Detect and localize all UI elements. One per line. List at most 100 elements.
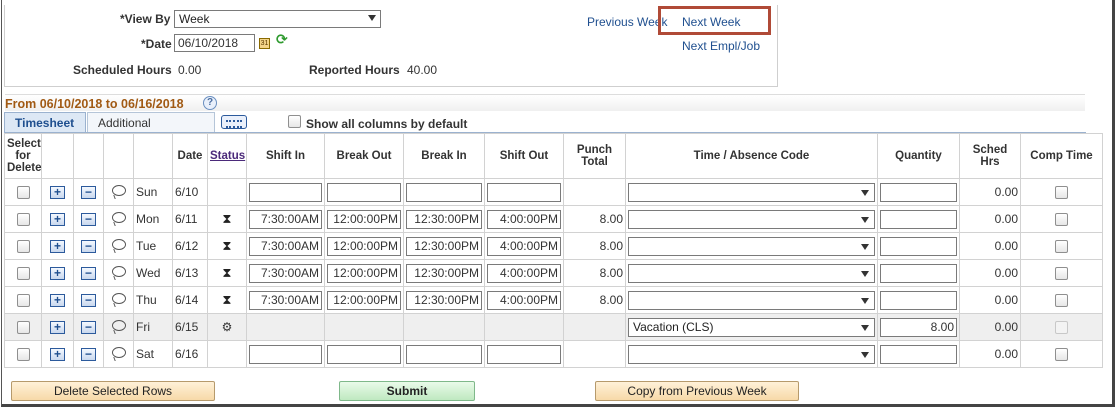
show-all-columns-checkbox[interactable] xyxy=(288,115,301,128)
break-out-input[interactable]: 12:00:00PM xyxy=(327,290,401,310)
comment-icon[interactable] xyxy=(111,185,126,196)
quantity-input[interactable] xyxy=(880,344,957,364)
comment-icon[interactable] xyxy=(111,347,126,358)
add-cell: + xyxy=(41,340,74,368)
comment-icon[interactable] xyxy=(111,320,126,331)
quantity-input[interactable] xyxy=(880,263,957,283)
quantity-input[interactable] xyxy=(880,182,957,202)
view-by-value: Week xyxy=(179,12,210,26)
select-checkbox[interactable] xyxy=(16,294,30,308)
break-in-input[interactable]: 12:30:00PM xyxy=(406,290,482,310)
select-checkbox[interactable] xyxy=(16,267,30,281)
remove-row-button[interactable]: − xyxy=(81,240,96,253)
comp-time-checkbox[interactable] xyxy=(1055,240,1068,254)
select-checkbox[interactable] xyxy=(16,213,30,227)
break-out-input[interactable] xyxy=(327,182,401,202)
remove-row-button[interactable]: − xyxy=(81,294,96,307)
quantity-input[interactable] xyxy=(880,236,957,256)
break-in-input[interactable]: 12:30:00PM xyxy=(406,209,482,229)
comp-time-checkbox[interactable] xyxy=(1055,294,1068,308)
shift-out-input[interactable] xyxy=(487,182,561,202)
time-code-select[interactable] xyxy=(628,263,875,283)
punch-total-cell xyxy=(563,340,626,368)
remove-row-button[interactable]: − xyxy=(81,186,96,199)
select-checkbox[interactable] xyxy=(16,348,30,362)
comment-icon[interactable] xyxy=(111,293,126,304)
add-row-button[interactable]: + xyxy=(50,186,65,199)
time-code-select[interactable] xyxy=(628,182,875,202)
delete-selected-rows-button[interactable]: Delete Selected Rows xyxy=(11,381,215,401)
remove-row-button[interactable]: − xyxy=(81,321,96,334)
date-input[interactable]: 06/10/2018 xyxy=(174,34,255,52)
time-code-cell xyxy=(625,232,878,260)
comp-time-checkbox[interactable] xyxy=(1055,213,1068,227)
add-row-button[interactable]: + xyxy=(50,294,65,307)
shift-out-input[interactable]: 4:00:00PM xyxy=(487,209,561,229)
shift-in-input[interactable] xyxy=(249,182,322,202)
shift-in-input[interactable]: 7:30:00AM xyxy=(249,290,322,310)
select-checkbox[interactable] xyxy=(16,186,30,200)
add-row-button[interactable]: + xyxy=(50,267,65,280)
break-out-input[interactable]: 12:00:00PM xyxy=(327,209,401,229)
shift-in-input[interactable] xyxy=(249,344,322,364)
shift-out-cell xyxy=(484,313,564,341)
break-in-input[interactable]: 12:30:00PM xyxy=(406,263,482,283)
shift-out-input[interactable] xyxy=(487,344,561,364)
add-row-button[interactable]: + xyxy=(50,348,65,361)
shift-in-input[interactable]: 7:30:00AM xyxy=(249,263,322,283)
time-code-select[interactable] xyxy=(628,290,875,310)
shift-in-input[interactable]: 7:30:00AM xyxy=(249,209,322,229)
comment-icon[interactable] xyxy=(111,239,126,250)
comp-time-cell xyxy=(1020,286,1103,314)
table-row: + − Thu 6/14 ⧗ 7:30:00AM 12:00:00PM 12:30:00PM 4… xyxy=(4,286,1103,314)
shift-in-input[interactable]: 7:30:00AM xyxy=(249,236,322,256)
break-out-input[interactable]: 12:00:00PM xyxy=(327,236,401,256)
select-checkbox[interactable] xyxy=(16,240,30,254)
refresh-icon[interactable]: ⟳ xyxy=(276,31,288,48)
gears-icon: ⚙ xyxy=(221,320,233,334)
col-shift-in: Shift In xyxy=(246,133,325,179)
next-empl-job-link[interactable]: Next Empl/Job xyxy=(682,39,760,53)
grid-view-icon[interactable] xyxy=(221,115,247,129)
break-in-input[interactable] xyxy=(406,344,482,364)
break-in-input[interactable] xyxy=(406,182,482,202)
tab-timesheet[interactable]: Timesheet xyxy=(4,112,86,133)
previous-week-link[interactable]: Previous Week xyxy=(587,15,667,29)
comment-icon[interactable] xyxy=(111,266,126,277)
shift-in-cell: 7:30:00AM xyxy=(246,232,325,260)
time-code-select[interactable] xyxy=(628,209,875,229)
copy-previous-week-button[interactable]: Copy from Previous Week xyxy=(595,381,799,401)
comp-time-checkbox[interactable] xyxy=(1055,186,1068,200)
time-code-select[interactable]: Vacation (CLS) xyxy=(628,317,875,337)
comment-icon[interactable] xyxy=(111,212,126,223)
remove-row-button[interactable]: − xyxy=(81,213,96,226)
select-checkbox[interactable] xyxy=(16,321,30,335)
quantity-input[interactable] xyxy=(880,290,957,310)
remove-row-button[interactable]: − xyxy=(81,348,96,361)
shift-out-input[interactable]: 4:00:00PM xyxy=(487,236,561,256)
shift-out-input[interactable]: 4:00:00PM xyxy=(487,263,561,283)
view-by-select[interactable]: Week xyxy=(174,10,381,28)
sched-hrs-cell: 0.00 xyxy=(959,232,1021,260)
shift-out-input[interactable]: 4:00:00PM xyxy=(487,290,561,310)
time-code-select[interactable] xyxy=(628,344,875,364)
col-status[interactable]: Status xyxy=(207,133,247,179)
break-out-input[interactable]: 12:00:00PM xyxy=(327,263,401,283)
submit-button[interactable]: Submit xyxy=(339,381,475,401)
calendar-icon[interactable]: 31 xyxy=(259,38,270,49)
add-row-button[interactable]: + xyxy=(50,321,65,334)
date-cell: 6/15 xyxy=(172,313,208,341)
help-icon[interactable]: ? xyxy=(203,96,217,110)
remove-cell: − xyxy=(73,286,104,314)
break-in-input[interactable]: 12:30:00PM xyxy=(406,236,482,256)
add-row-button[interactable]: + xyxy=(50,213,65,226)
add-row-button[interactable]: + xyxy=(50,240,65,253)
comp-time-checkbox[interactable] xyxy=(1055,267,1068,281)
tab-additional-elements[interactable]: Additional Elements xyxy=(87,112,215,144)
remove-row-button[interactable]: − xyxy=(81,267,96,280)
quantity-input[interactable] xyxy=(880,209,957,229)
quantity-input[interactable]: 8.00 xyxy=(880,317,957,337)
time-code-select[interactable] xyxy=(628,236,875,256)
break-out-input[interactable] xyxy=(327,344,401,364)
comp-time-checkbox[interactable] xyxy=(1055,348,1068,362)
